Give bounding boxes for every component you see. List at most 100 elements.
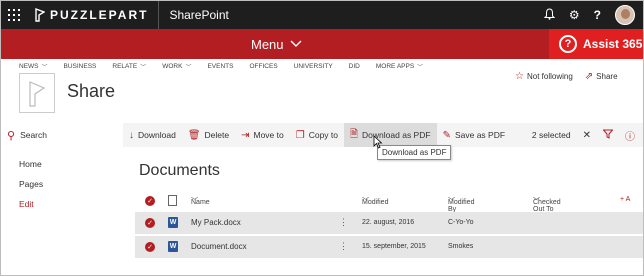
download-pdf-button[interactable]: 🗎 Download as PDF [344,123,437,147]
column-name-label: Name [191,199,210,206]
column-modified-by[interactable]: Modified By ﹀ [448,196,474,213]
brand-logo[interactable]: PUZZLEPART [35,1,160,29]
more-options-icon[interactable]: ⋮ [339,217,348,228]
command-bar: ↓ Download 🗑 Delete ⇥ Move to ❐ Copy to 🗎 Dow… [123,123,643,147]
delete-label: Delete [204,130,230,140]
follow-button[interactable]: ☆ Not following [515,71,573,82]
list-header: ✓ Name ﹀ Modified ﹀ Modified By ﹀ Checke… [135,193,643,213]
download-icon: ↓ [129,129,134,141]
mega-menu-bar: Menu ? Assist 365 [1,29,643,59]
filter-icon[interactable] [602,129,614,142]
modified-by: Smokes [448,243,474,250]
copy-to-button[interactable]: ❐ Copy to [290,123,344,147]
share-icon: ⇗ [584,71,594,82]
table-row[interactable]: ✓ W Document.docx ⋮ 15. september, 2015 … [135,236,643,258]
row-checkbox[interactable]: ✓ [145,242,155,252]
star-icon: ☆ [515,71,524,82]
nav-item-business[interactable]: BUSINESS [64,60,97,72]
save-pdf-button[interactable]: ✎ Save as PDF [437,123,511,147]
nav-label: WORK [162,62,183,70]
pdf-icon: 🗎 [350,128,359,140]
selection-actions: 2 selected ✕ ⓘ [532,123,635,147]
select-all-checkbox[interactable]: ✓ [145,196,155,206]
help-icon[interactable]: ? [594,9,601,21]
more-options-icon[interactable]: ⋮ [339,241,348,252]
site-logo[interactable] [19,73,55,113]
word-doc-icon: W [168,217,178,228]
download-button[interactable]: ↓ Download [123,123,182,147]
file-name[interactable]: My Pack.docx [191,218,241,227]
quick-launch-pages[interactable]: Pages [19,179,43,199]
quick-launch-home[interactable]: Home [19,159,43,179]
copy-to-label: Copy to [308,130,338,140]
chevron-down-icon: ﹀ [41,64,48,71]
site-title[interactable]: Share [67,81,115,102]
nav-label: BUSINESS [63,62,97,70]
column-name[interactable]: Name ﹀ [191,196,210,206]
nav-label: OFFICES [249,62,278,70]
nav-label: RELATE [112,62,138,70]
waffle-icon[interactable] [1,1,27,29]
save-pdf-icon: ✎ [442,129,451,141]
add-column-button[interactable]: + A [620,196,630,203]
file-name[interactable]: Document.docx [191,242,247,251]
nav-item-relate[interactable]: RELATE ﹀ [112,60,146,72]
info-icon[interactable]: ⓘ [625,128,635,143]
column-checked-out-label: Checked Out To [533,199,561,213]
chevron-down-icon [290,40,302,47]
clear-selection-button[interactable]: ✕ [583,130,591,141]
chevron-down-icon: ﹀ [140,64,147,71]
app-name[interactable]: SharePoint [169,8,228,22]
follow-label: Not following [526,72,573,81]
copy-icon: ❐ [295,129,305,141]
download-label: Download [138,130,176,140]
gear-icon[interactable]: ⚙ [569,9,580,21]
search-label: Search [20,130,47,140]
question-icon: ? [559,35,577,53]
trash-icon: 🗑 [187,129,201,141]
assist-365-button[interactable]: ? Assist 365 [549,29,643,59]
tooltip: Download as PDF [377,145,452,160]
nav-item-events[interactable]: EVENTS [207,60,233,72]
global-navigation: NEWS ﹀ BUSINESS RELATE ﹀ WORK ﹀ EVENTS OFFI… [19,60,423,72]
column-modified[interactable]: Modified ﹀ [362,196,388,206]
nav-label: EVENTS [207,62,234,70]
quick-launch: Home Pages Edit [19,159,43,219]
nav-item-offices[interactable]: OFFICES [249,60,277,72]
puzzlepart-logo-icon [35,8,45,22]
suite-actions: ⚙ ? [543,1,635,29]
word-doc-icon: W [168,241,178,252]
row-checkbox[interactable]: ✓ [145,218,155,228]
save-pdf-label: Save as PDF [454,130,506,140]
move-icon: ⇥ [241,129,250,141]
nav-label: NEWS [19,62,39,70]
bell-icon[interactable] [543,8,556,22]
column-checked-out[interactable]: Checked Out To ﹀ [533,196,561,213]
assist-label: Assist 365 [583,37,643,51]
column-modified-label: Modified [362,199,389,206]
avatar[interactable] [615,5,635,25]
delete-button[interactable]: 🗑 Delete [182,123,235,147]
table-row[interactable]: ✓ W My Pack.docx ⋮ 22. august, 2016 C-Yo… [135,212,643,234]
library-title[interactable]: Documents [139,162,220,180]
column-modified-by-label: Modified By [448,199,475,213]
menu-button[interactable]: Menu [251,29,302,59]
nav-label: DID [348,62,360,70]
site-actions: ☆ Not following ⇗ Share [515,71,618,82]
nav-item-news[interactable]: NEWS ﹀ [19,60,48,72]
chevron-down-icon: ﹀ [185,64,192,71]
nav-item-university[interactable]: UNIVERSITY [294,60,333,72]
nav-item-did[interactable]: DID [349,60,360,72]
quick-launch-edit[interactable]: Edit [19,199,43,219]
nav-item-work[interactable]: WORK ﹀ [162,60,191,72]
nav-item-more-apps[interactable]: MORE APPS ﹀ [376,60,423,72]
search-box[interactable]: ⚲ Search [7,125,117,145]
menu-label: Menu [251,36,284,52]
move-to-label: Move to [253,130,284,140]
file-type-icon [168,195,177,206]
move-to-button[interactable]: ⇥ Move to [235,123,290,147]
nav-label: UNIVERSITY [293,62,333,70]
share-label: Share [596,72,618,81]
modified-date: 22. august, 2016 [362,219,415,226]
share-button[interactable]: ⇗ Share [585,71,618,82]
